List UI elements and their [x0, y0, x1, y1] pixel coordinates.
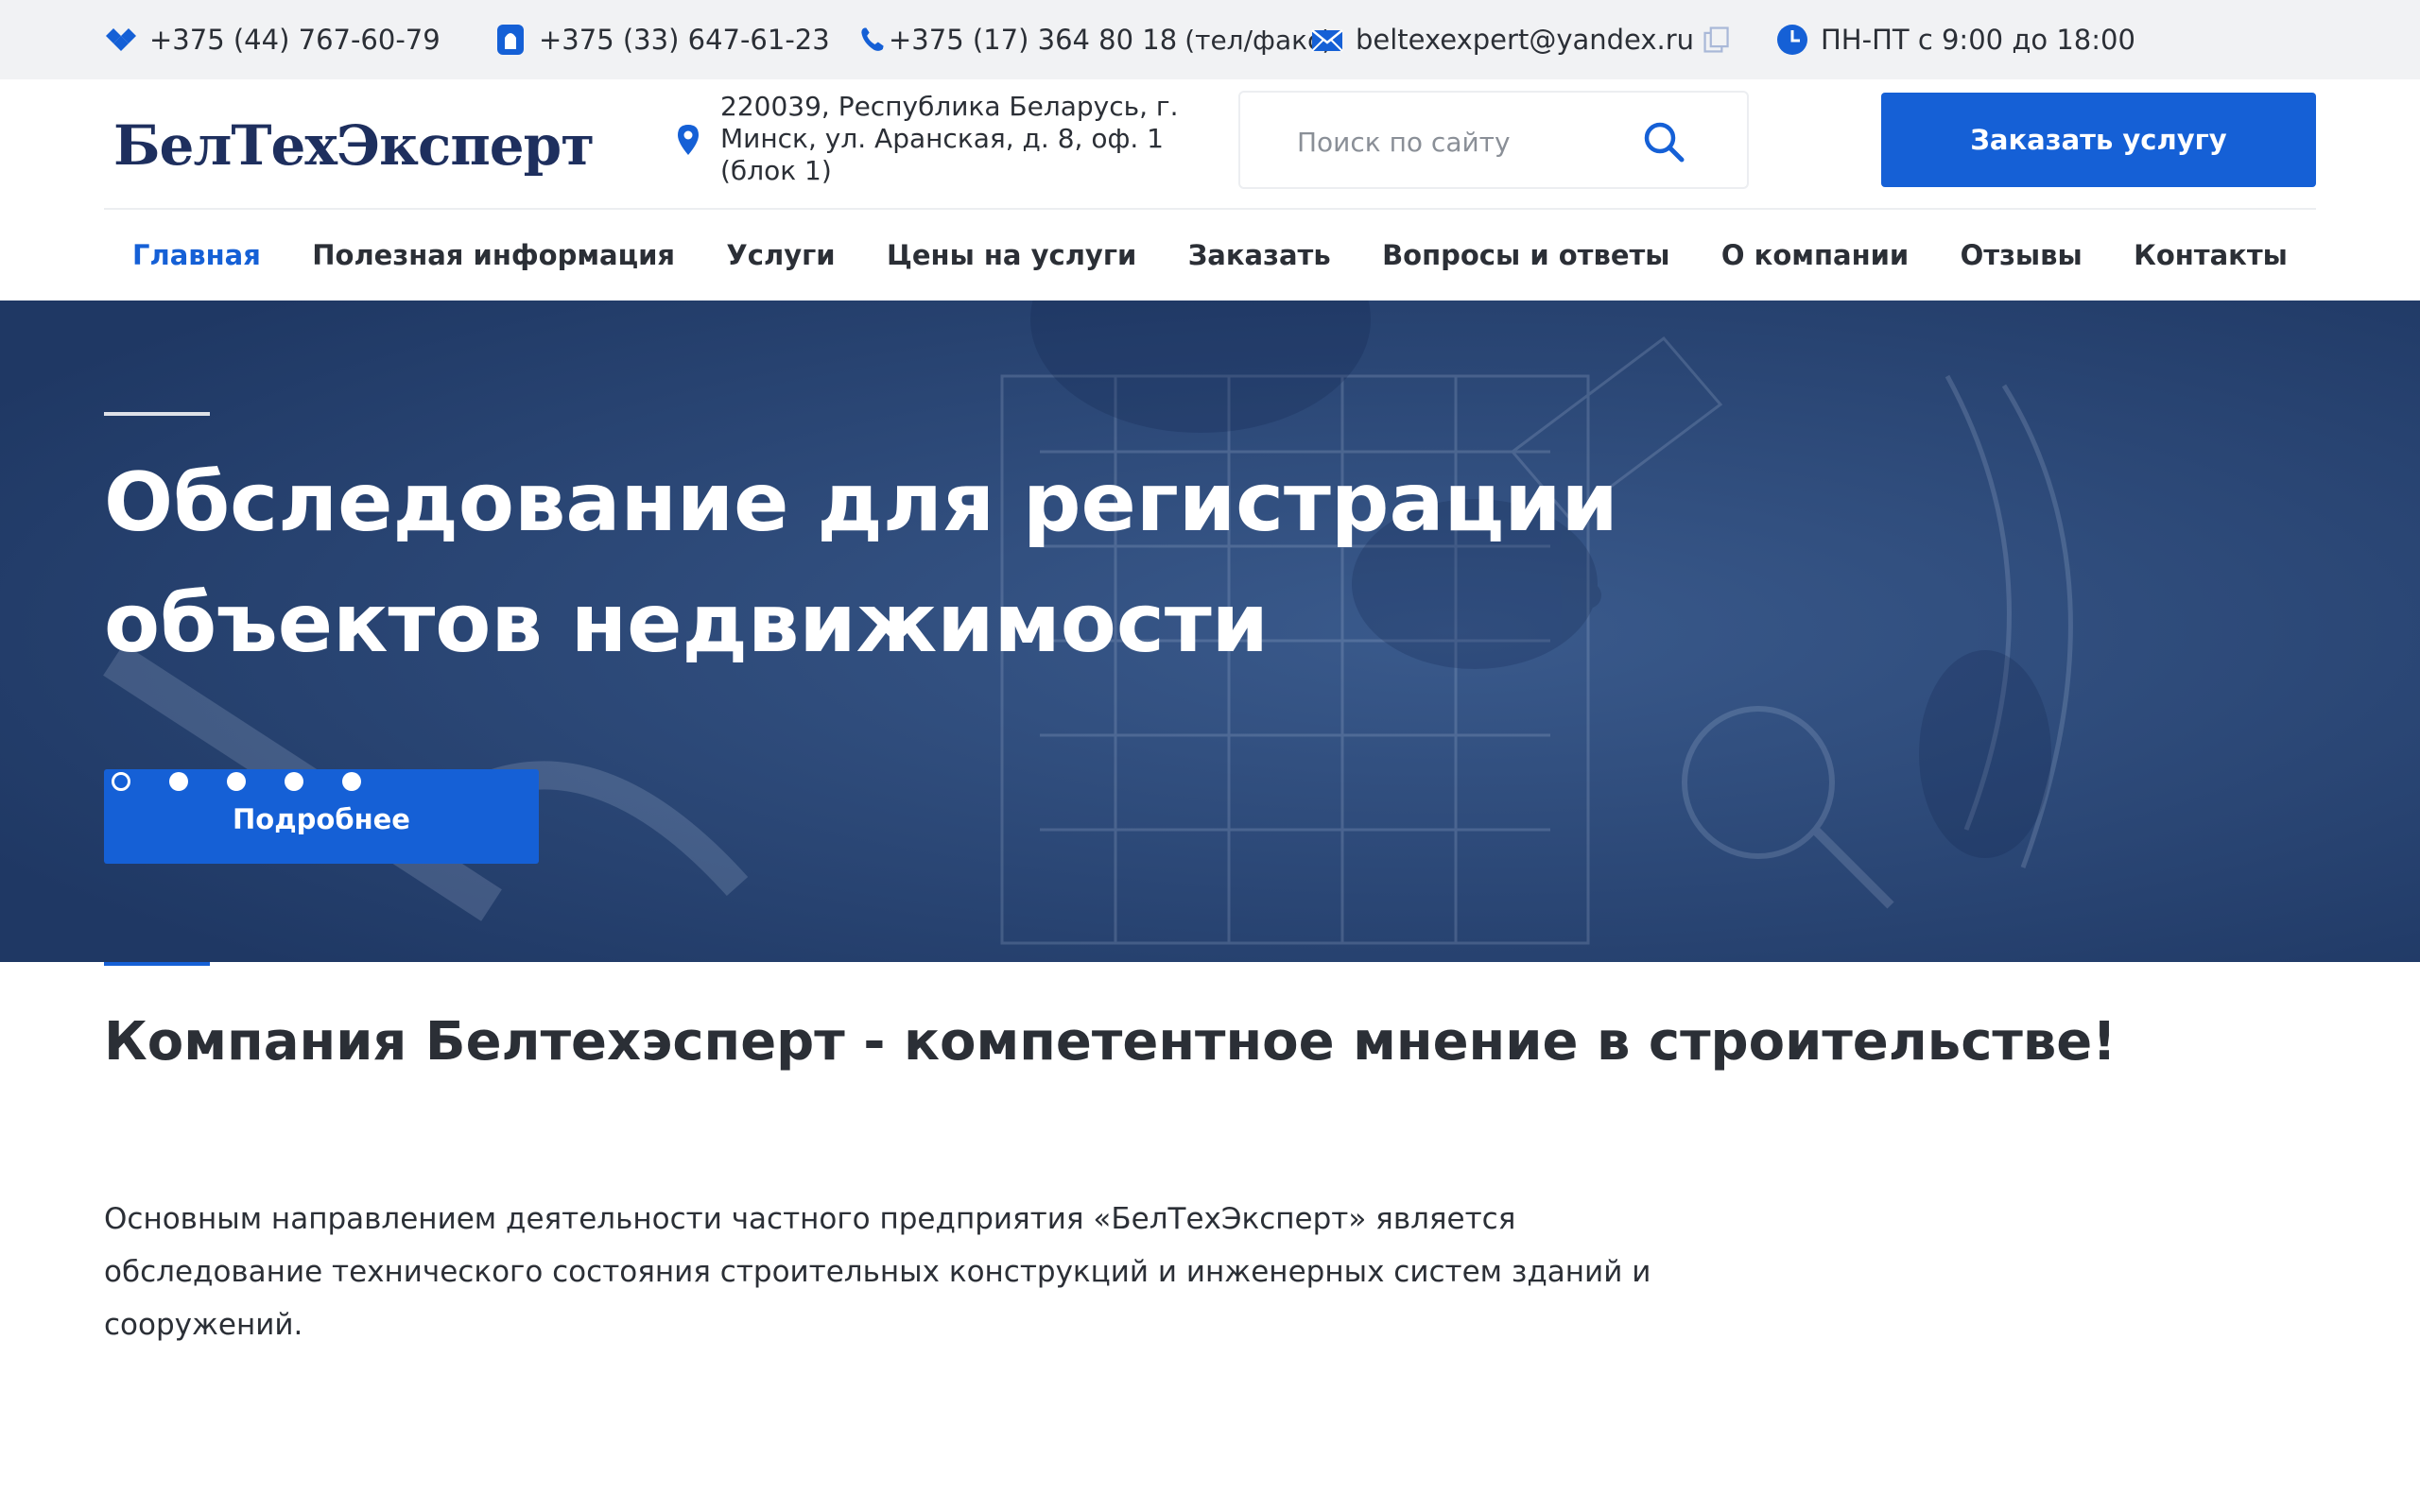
- map-pin-icon: [671, 123, 709, 161]
- description-line-3: сооружений.: [104, 1308, 303, 1342]
- hero-title-line-2: объектов недвижимости: [104, 576, 1269, 671]
- description-line-1: Основным направлением деятельности частн…: [104, 1202, 1516, 1236]
- site-search: [1238, 91, 1749, 189]
- office-address: 220039, Республика Беларусь, г. Минск, у…: [671, 91, 1201, 187]
- email-text: beltexexpert@yandex.ru: [1356, 24, 1695, 56]
- hero-title-line-1: Обследование для регистрации: [104, 455, 1618, 550]
- nav-item-contacts[interactable]: Контакты: [2134, 239, 2288, 271]
- slider-dots: [112, 772, 400, 791]
- working-hours: ПН-ПТ с 9:00 до 18:00: [1773, 0, 2135, 79]
- slider-dot-1[interactable]: [112, 772, 130, 791]
- site-header: БелТехЭксперт 220039, Республика Беларус…: [0, 79, 2420, 208]
- hero-title: Обследование для регистрации объектов не…: [104, 442, 1806, 684]
- section-accent-line: [104, 962, 210, 966]
- working-hours-text: ПН-ПТ с 9:00 до 18:00: [1821, 24, 2135, 56]
- address-text: 220039, Республика Беларусь, г. Минск, у…: [720, 91, 1179, 186]
- site-logo[interactable]: БелТехЭксперт: [113, 108, 595, 183]
- envelope-icon: [1308, 21, 1346, 59]
- life-sim-icon: [492, 21, 529, 59]
- slider-dot-2[interactable]: [169, 772, 188, 791]
- phone-icon: [858, 21, 887, 59]
- slider-dot-5[interactable]: [342, 772, 361, 791]
- nav-item-home[interactable]: Главная: [132, 239, 261, 271]
- slider-dot-3[interactable]: [227, 772, 246, 791]
- nav-item-prices[interactable]: Цены на услуги: [887, 239, 1136, 271]
- phone-velcom[interactable]: +375 (44) 767-60-79: [102, 0, 441, 79]
- nav-item-useful-info[interactable]: Полезная информация: [312, 239, 675, 271]
- search-icon[interactable]: [1637, 115, 1690, 168]
- nav-item-faq[interactable]: Вопросы и ответы: [1382, 239, 1669, 271]
- viber-diamond-icon: [102, 21, 140, 59]
- order-service-button[interactable]: Заказать услугу: [1881, 93, 2316, 187]
- hero-slider: Обследование для регистрации объектов не…: [0, 301, 2420, 962]
- phone-landline[interactable]: +375 (17) 364 80 18 (тел/факс): [858, 0, 1332, 79]
- slider-dot-4[interactable]: [285, 772, 303, 791]
- copy-icon[interactable]: [1702, 21, 1732, 59]
- hero-accent-line: [104, 412, 210, 416]
- company-heading: Компания Белтехэсперт - компетентное мне…: [104, 1011, 2117, 1073]
- company-description: Основным направлением деятельности частн…: [104, 1193, 1806, 1351]
- nav-item-about[interactable]: О компании: [1721, 239, 1909, 271]
- search-input[interactable]: [1297, 121, 1656, 163]
- top-contact-bar: +375 (44) 767-60-79 +375 (33) 647-61-23 …: [0, 0, 2420, 79]
- phone-landline-text: +375 (17) 364 80 18: [889, 24, 1178, 56]
- description-line-2: обследование технического состояния стро…: [104, 1255, 1651, 1289]
- main-navigation: Главная Полезная информация Услуги Цены …: [104, 210, 2316, 301]
- phone-life-text: +375 (33) 647-61-23: [539, 24, 830, 56]
- nav-item-services[interactable]: Услуги: [726, 239, 835, 271]
- phone-life[interactable]: +375 (33) 647-61-23: [492, 0, 830, 79]
- phone-velcom-text: +375 (44) 767-60-79: [149, 24, 441, 56]
- clock-icon: [1773, 21, 1811, 59]
- nav-item-reviews[interactable]: Отзывы: [1961, 239, 2083, 271]
- email-contact[interactable]: beltexexpert@yandex.ru: [1308, 0, 1732, 79]
- nav-item-order[interactable]: Заказать: [1188, 239, 1331, 271]
